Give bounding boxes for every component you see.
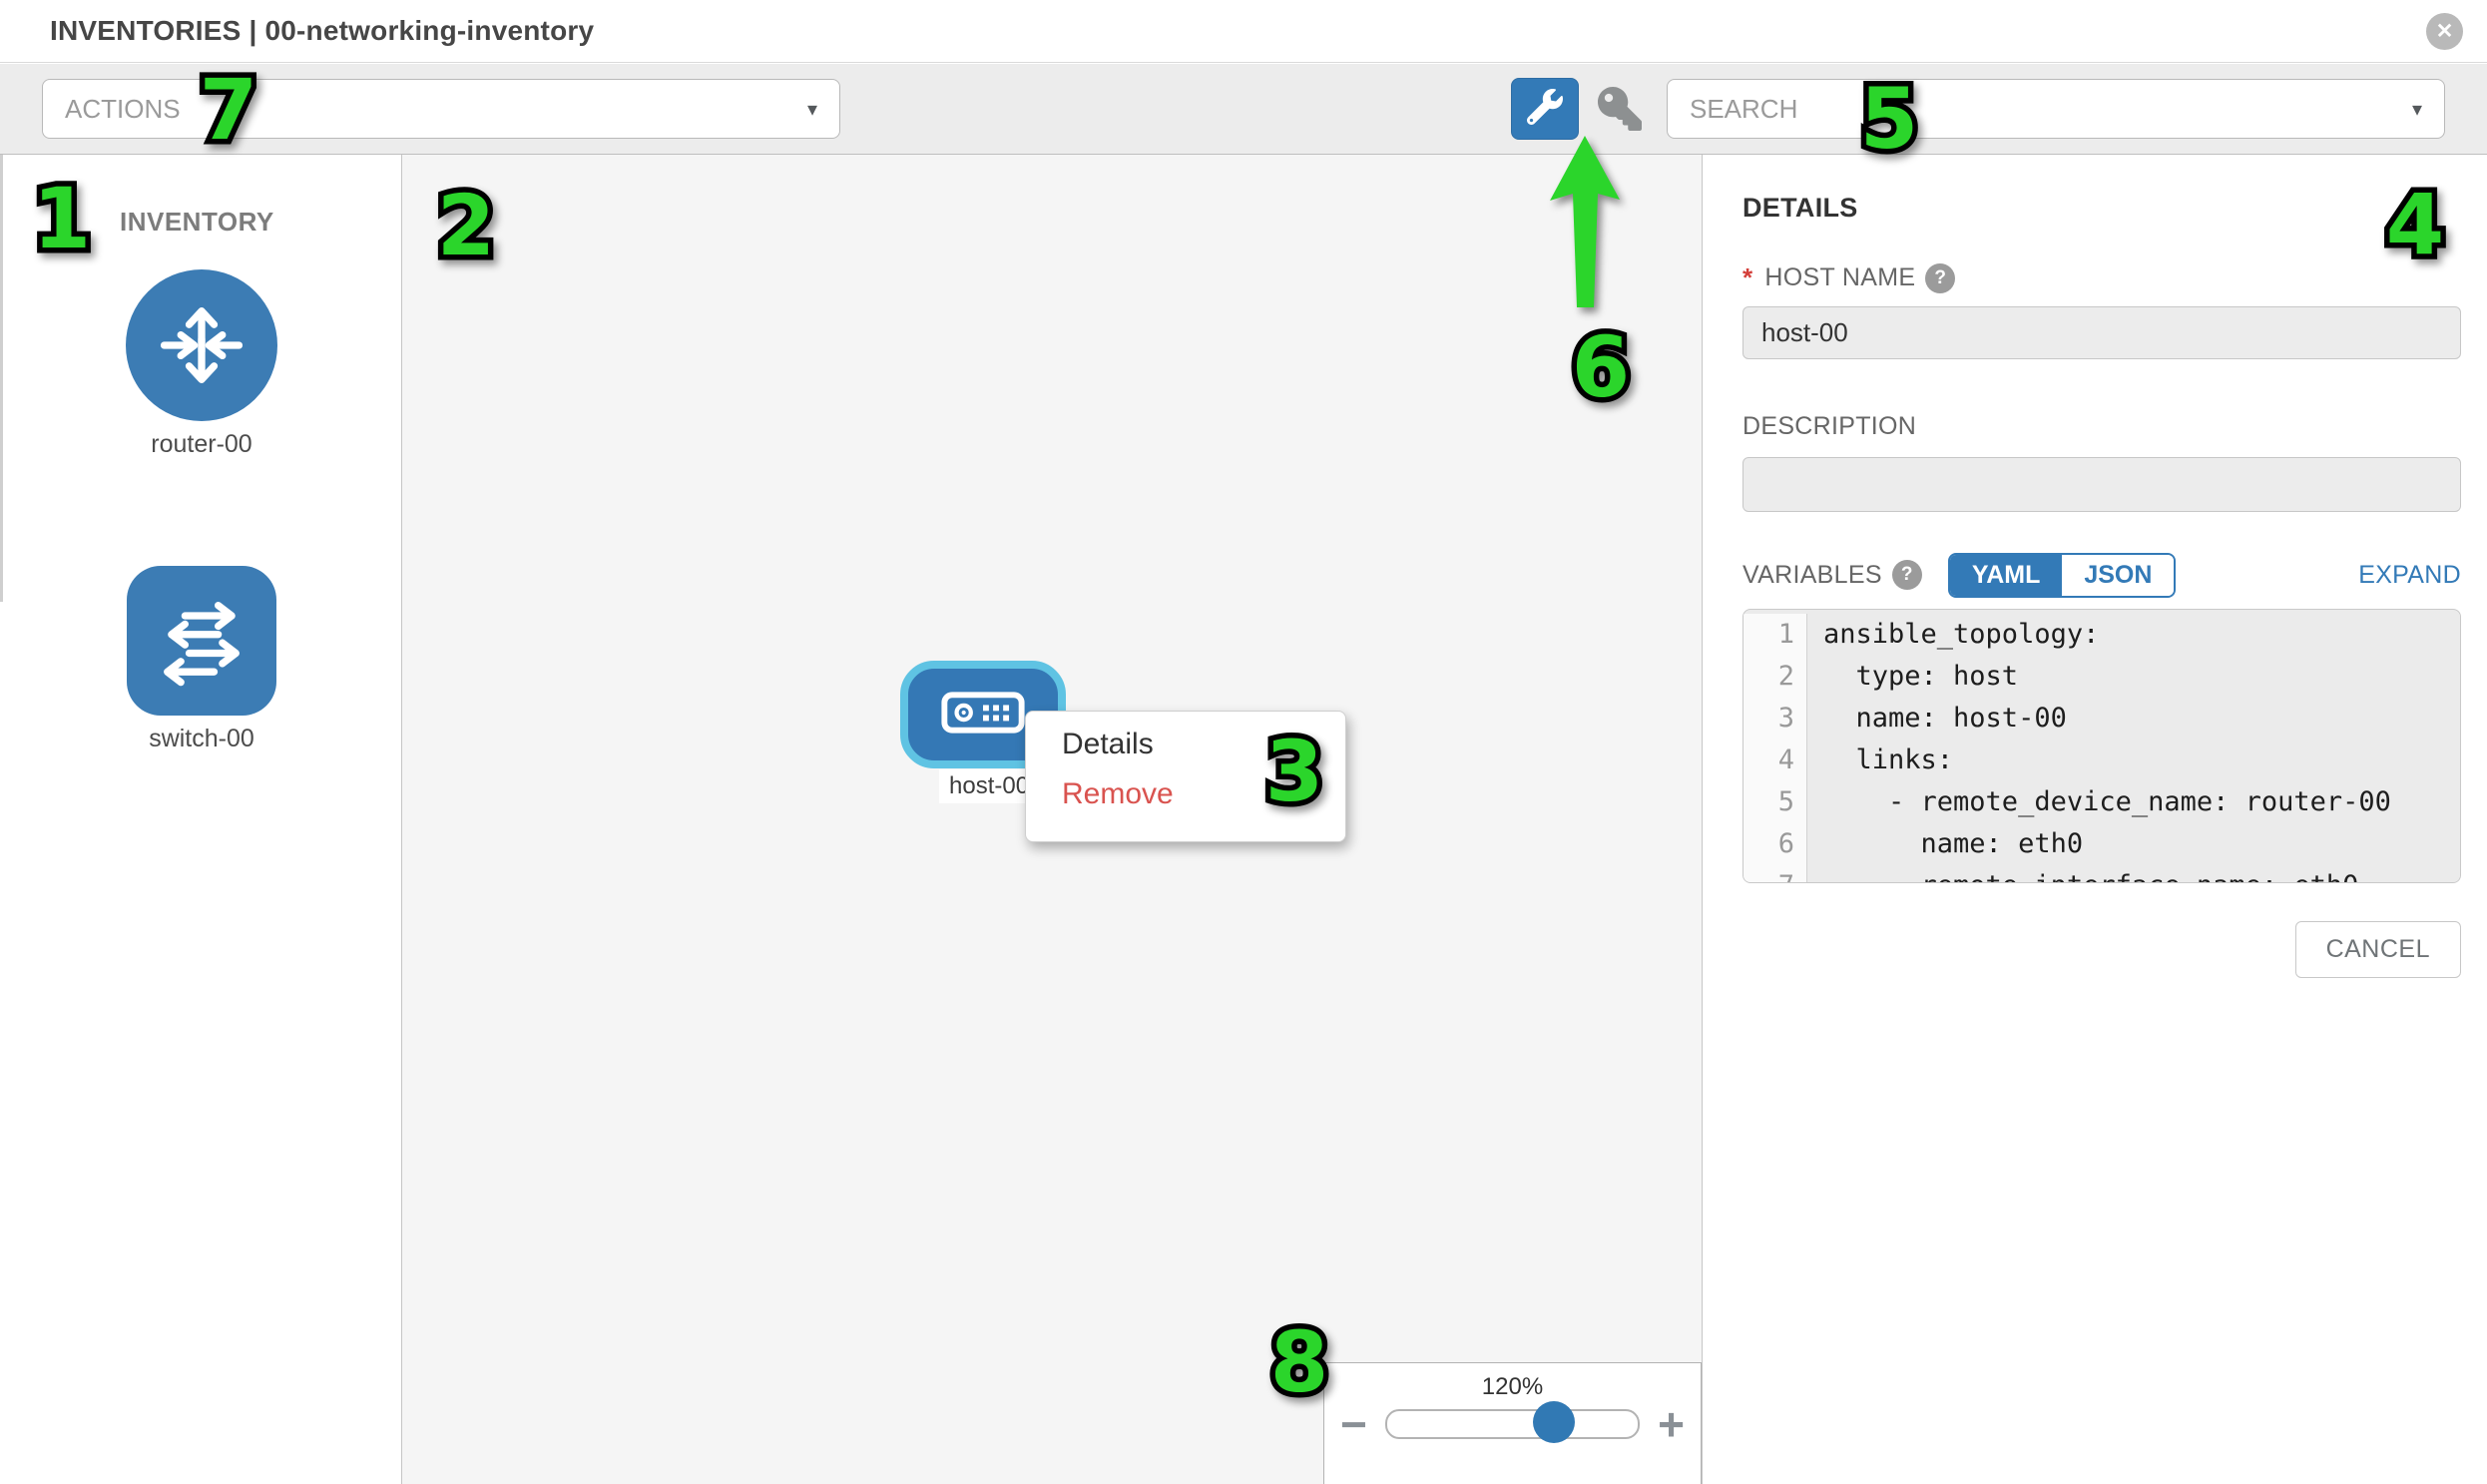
page-title: INVENTORIES | 00-networking-inventory: [50, 15, 594, 47]
json-toggle[interactable]: JSON: [2062, 555, 2174, 596]
search-dropdown-label: SEARCH: [1690, 94, 1797, 125]
host-icon: [941, 690, 1025, 741]
sidebar-title: INVENTORY: [120, 207, 274, 238]
actions-dropdown[interactable]: ACTIONS ▾: [42, 79, 840, 139]
context-menu: Details Remove: [1025, 711, 1346, 842]
host-name-label: HOST NAME: [1764, 263, 1915, 292]
zoom-slider[interactable]: [1385, 1409, 1640, 1439]
router-label: router-00: [151, 430, 251, 459]
description-label-row: DESCRIPTION: [1742, 412, 1916, 441]
sidebar-item-router[interactable]: router-00: [93, 269, 310, 459]
host-name-label-row: * HOST NAME ?: [1742, 262, 1955, 293]
help-icon[interactable]: ?: [1925, 263, 1955, 293]
variables-editor[interactable]: 1ansible_topology: 2 type: host 3 name: …: [1742, 609, 2461, 883]
sidebar-item-switch[interactable]: switch-00: [93, 566, 310, 753]
yaml-toggle[interactable]: YAML: [1950, 555, 2063, 596]
editor-line: 5 - remote_device_name: router-00: [1743, 781, 2460, 823]
details-title: DETAILS: [1742, 193, 1858, 224]
close-icon[interactable]: ✕: [2426, 13, 2463, 50]
cancel-button[interactable]: CANCEL: [2295, 921, 2461, 978]
variables-row: VARIABLES ? YAML JSON EXPAND: [1742, 552, 2461, 598]
sidebar-edge-strip: [0, 155, 3, 602]
search-dropdown[interactable]: SEARCH ▾: [1667, 79, 2445, 139]
toolbar: ACTIONS ▾ SEARCH ▾: [0, 64, 2487, 155]
context-menu-item-details[interactable]: Details: [1062, 728, 1345, 761]
variables-format-toggle: YAML JSON: [1948, 553, 2177, 598]
header: INVENTORIES | 00-networking-inventory ✕: [0, 0, 2487, 63]
chevron-down-icon: ▾: [807, 97, 817, 122]
wrench-icon: [1527, 89, 1563, 130]
editor-line: 2 type: host: [1743, 656, 2460, 698]
actions-dropdown-label: ACTIONS: [65, 94, 181, 125]
inventory-topology-page: INVENTORIES | 00-networking-inventory ✕ …: [0, 0, 2487, 1484]
editor-line: 4 links:: [1743, 740, 2460, 781]
key-button[interactable]: [1585, 87, 1655, 131]
switch-label: switch-00: [149, 725, 254, 753]
zoom-slider-thumb[interactable]: [1533, 1401, 1575, 1443]
router-icon: [126, 269, 277, 421]
description-input[interactable]: [1742, 457, 2461, 512]
expand-link[interactable]: EXPAND: [2358, 561, 2461, 590]
context-menu-item-remove[interactable]: Remove: [1062, 777, 1345, 811]
editor-line: 7 remote_interface_name: eth0: [1743, 865, 2460, 883]
zoom-control: 120% − +: [1323, 1362, 1702, 1484]
key-icon: [1598, 87, 1642, 131]
required-marker: *: [1742, 262, 1752, 293]
chevron-down-icon: ▾: [2412, 97, 2422, 122]
zoom-out-button[interactable]: −: [1340, 1409, 1367, 1439]
details-panel: DETAILS * HOST NAME ? DESCRIPTION VARIAB…: [1702, 155, 2487, 1484]
description-label: DESCRIPTION: [1742, 412, 1916, 441]
help-icon[interactable]: ?: [1892, 560, 1922, 590]
switch-icon: [127, 566, 276, 716]
host-name-input[interactable]: [1742, 306, 2461, 359]
editor-line: 6 name: eth0: [1743, 823, 2460, 865]
zoom-level: 120%: [1324, 1373, 1701, 1401]
variables-label: VARIABLES: [1742, 561, 1882, 590]
configure-button[interactable]: [1511, 78, 1579, 140]
inventory-sidebar: INVENTORY router-00: [0, 155, 402, 1484]
editor-line: 3 name: host-00: [1743, 698, 2460, 740]
zoom-in-button[interactable]: +: [1658, 1409, 1685, 1439]
topology-canvas[interactable]: host-00 Details Remove 120% − +: [402, 155, 1702, 1484]
editor-line: 1ansible_topology:: [1743, 614, 2460, 656]
